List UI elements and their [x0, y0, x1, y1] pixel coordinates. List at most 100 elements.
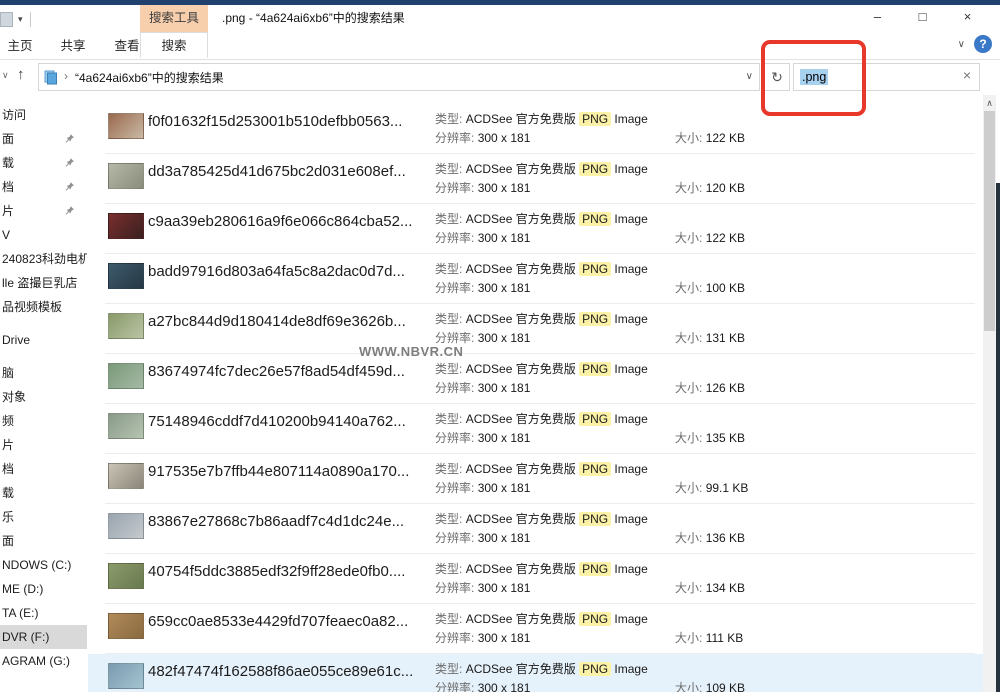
sidebar-item[interactable]: 面	[0, 127, 87, 151]
file-thumbnail	[108, 213, 144, 239]
file-row[interactable]: 83867e27868c7b86aadf7c4d1dc24e... 类型: AC…	[88, 504, 983, 554]
sidebar-item[interactable]: 频	[0, 409, 87, 433]
sidebar-item[interactable]: 访问	[0, 103, 87, 127]
search-tools-context-tab[interactable]: 搜索工具	[140, 5, 208, 32]
sidebar-item[interactable]: 乐	[0, 505, 87, 529]
sidebar-item[interactable]: 脑	[0, 361, 87, 385]
file-type-line: 类型: ACDSee 官方免费版 PNG Image	[435, 310, 675, 329]
file-size: 大小: 122 KB	[675, 129, 745, 148]
sidebar-item[interactable]: 对象	[0, 385, 87, 409]
type-value: ACDSee 官方免费版	[466, 462, 576, 476]
refresh-button[interactable]: ↻	[764, 63, 790, 91]
sidebar-item[interactable]: 片	[0, 433, 87, 457]
resolution-label: 分辨率:	[435, 381, 474, 395]
file-resolution-line: 分辨率: 300 x 181	[435, 579, 675, 598]
resolution-label: 分辨率:	[435, 581, 474, 595]
address-bar[interactable]: › “4a624ai6xb6”中的搜索结果 ∨	[38, 63, 760, 91]
file-row[interactable]: f0f01632f15d253001b510defbb0563... 类型: A…	[88, 104, 983, 154]
clear-search-icon[interactable]: ×	[963, 67, 971, 83]
scrollbar-thumb[interactable]	[984, 111, 995, 331]
sidebar-item[interactable]: Drive	[0, 328, 87, 352]
file-meta: 类型: ACDSee 官方免费版 PNG Image 分辨率: 300 x 18…	[435, 410, 675, 448]
resolution-value: 300 x 181	[478, 281, 531, 295]
vertical-scrollbar[interactable]: ∧	[983, 95, 996, 692]
type-label: 类型:	[435, 212, 462, 226]
up-one-level-icon[interactable]: ↑	[17, 66, 25, 83]
sidebar-item-label: 240823科劲电机	[2, 252, 87, 266]
sidebar-item-label: 面	[2, 534, 14, 548]
type-value-suffix: Image	[614, 512, 647, 526]
file-size: 大小: 120 KB	[675, 179, 745, 198]
ribbon-collapse-icon[interactable]: ∨	[958, 39, 965, 50]
png-highlight: PNG	[579, 412, 611, 426]
file-type-line: 类型: ACDSee 官方免费版 PNG Image	[435, 460, 675, 479]
file-size: 大小: 111 KB	[675, 629, 743, 648]
file-row[interactable]: badd97916d803a64fa5c8a2dac0d7d... 类型: AC…	[88, 254, 983, 304]
size-label: 大小:	[675, 281, 702, 295]
png-highlight: PNG	[579, 112, 611, 126]
size-label: 大小:	[675, 431, 702, 445]
tab-share[interactable]: 共享	[46, 33, 100, 59]
file-row[interactable]: 482f47474f162588f86ae055ce89e61c... 类型: …	[88, 654, 983, 692]
search-input[interactable]: .png ×	[793, 63, 980, 91]
file-row[interactable]: 659cc0ae8533e4429fd707feaec0a82... 类型: A…	[88, 604, 983, 654]
file-thumbnail	[108, 163, 144, 189]
file-row[interactable]: 917535e7b7ffb44e807114a0890a170... 类型: A…	[88, 454, 983, 504]
sidebar-item[interactable]: 档	[0, 457, 87, 481]
tab-search[interactable]: 搜索	[140, 32, 208, 58]
sidebar-item[interactable]: 档	[0, 175, 87, 199]
file-type-line: 类型: ACDSee 官方免费版 PNG Image	[435, 210, 675, 229]
png-highlight: PNG	[579, 262, 611, 276]
type-value: ACDSee 官方免费版	[466, 612, 576, 626]
sidebar-item[interactable]: 片	[0, 199, 87, 223]
file-row[interactable]: c9aa39eb280616a9f6e066c864cba52... 类型: A…	[88, 204, 983, 254]
close-button[interactable]: ×	[945, 5, 990, 31]
resolution-label: 分辨率:	[435, 531, 474, 545]
sidebar-item[interactable]: lle 盗撮巨乳店	[0, 271, 87, 295]
file-row[interactable]: 75148946cddf7d410200b94140a762... 类型: AC…	[88, 404, 983, 454]
sidebar-item[interactable]: AGRAM (G:)	[0, 649, 87, 673]
resolution-value: 300 x 181	[478, 681, 531, 692]
resolution-value: 300 x 181	[478, 631, 531, 645]
sidebar-item[interactable]: 品视频模板	[0, 295, 87, 319]
type-value-suffix: Image	[614, 312, 647, 326]
type-label: 类型:	[435, 112, 462, 126]
sidebar-item[interactable]: TA (E:)	[0, 601, 87, 625]
help-icon[interactable]: ?	[974, 35, 992, 53]
breadcrumb-path[interactable]: “4a624ai6xb6”中的搜索结果	[75, 69, 224, 86]
qat-dropdown-icon[interactable]: ▾	[18, 14, 23, 25]
address-dropdown-icon[interactable]: ∨	[746, 71, 753, 82]
type-value: ACDSee 官方免费版	[466, 162, 576, 176]
minimize-button[interactable]: –	[855, 5, 900, 31]
quick-access-icon[interactable]	[0, 12, 13, 27]
file-row[interactable]: dd3a785425d41d675bc2d031e608ef... 类型: AC…	[88, 154, 983, 204]
file-name: dd3a785425d41d675bc2d031e608ef...	[148, 162, 435, 182]
sidebar-item[interactable]: V	[0, 223, 87, 247]
sidebar-item[interactable]: DVR (F:)	[0, 625, 87, 649]
type-value-suffix: Image	[614, 212, 647, 226]
scroll-up-icon[interactable]: ∧	[983, 95, 996, 111]
file-explorer-window: ▾ 搜索工具 .png - “4a624ai6xb6”中的搜索结果 – □ × …	[0, 0, 1000, 692]
maximize-button[interactable]: □	[900, 5, 945, 31]
resolution-value: 300 x 181	[478, 381, 531, 395]
sidebar-item[interactable]: 载	[0, 151, 87, 175]
recent-locations-icon[interactable]: ∨	[2, 70, 9, 81]
file-row[interactable]: 40754f5ddc3885edf32f9ff28ede0fb0.... 类型:…	[88, 554, 983, 604]
sidebar-item[interactable]: 240823科劲电机	[0, 247, 87, 271]
sidebar-item[interactable]: NDOWS (C:)	[0, 553, 87, 577]
window-right-edge	[996, 183, 1000, 692]
file-row[interactable]: 83674974fc7dec26e57f8ad54df459d... 类型: A…	[88, 354, 983, 404]
size-value: 126 KB	[706, 381, 745, 395]
breadcrumb: › “4a624ai6xb6”中的搜索结果	[39, 64, 759, 90]
file-row[interactable]: a27bc844d9d180414de8df69e3626b... 类型: AC…	[88, 304, 983, 354]
sidebar-item[interactable]: 面	[0, 529, 87, 553]
sidebar-item[interactable]: ME (D:)	[0, 577, 87, 601]
file-name: badd97916d803a64fa5c8a2dac0d7d...	[148, 262, 435, 282]
resolution-label: 分辨率:	[435, 631, 474, 645]
ribbon-right-controls: ∨ ?	[958, 35, 992, 53]
navigation-pane: 访问 面 载	[0, 103, 87, 673]
sidebar-item[interactable]: 载	[0, 481, 87, 505]
pin-icon	[64, 205, 75, 216]
type-value: ACDSee 官方免费版	[466, 362, 576, 376]
tab-home[interactable]: 主页	[0, 33, 46, 59]
